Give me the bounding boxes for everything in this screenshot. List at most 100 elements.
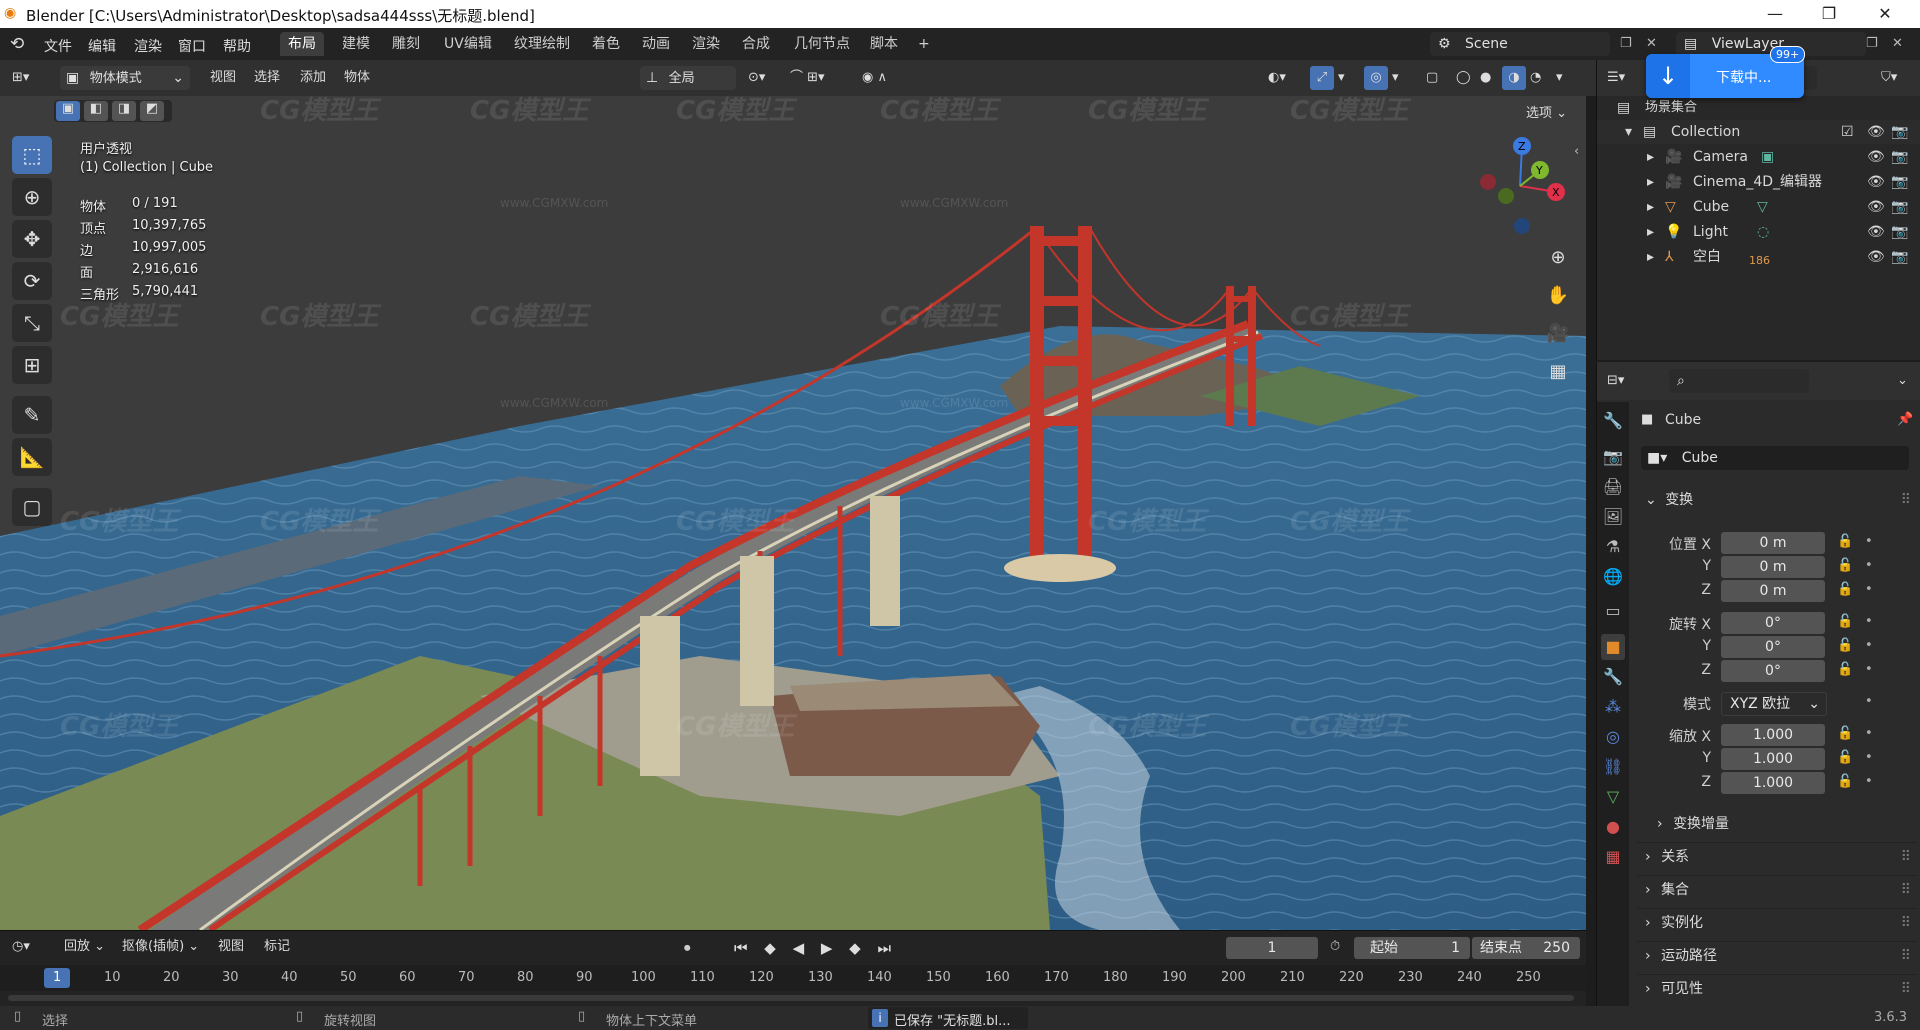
pan-hand-icon[interactable]: ✋ — [1542, 280, 1574, 312]
playback-menu[interactable]: 回放 ⌄ — [64, 935, 105, 959]
tab-texture-paint[interactable]: 纹理绘制 — [506, 32, 578, 56]
timeline-view-menu[interactable]: 视图 — [218, 935, 244, 959]
lock-icon[interactable]: 🔓 — [1837, 726, 1853, 741]
location-x-field[interactable]: 0 m — [1721, 532, 1825, 554]
outliner-row-object[interactable]: ▸ ⅄ 空白 186 👁 📷 — [1597, 245, 1920, 269]
motion-paths-panel-header[interactable]: › 运动路径 ⠿ — [1637, 941, 1917, 970]
lock-icon[interactable]: 🔓 — [1837, 558, 1853, 573]
visibility-icon[interactable]: ◐▾ — [1268, 66, 1286, 90]
tab-rendering[interactable]: 渲染 — [684, 32, 728, 56]
filter-icon[interactable]: ⛉▾ — [1881, 66, 1897, 90]
select-new-icon[interactable]: ▣ — [56, 101, 80, 121]
tab-animation[interactable]: 动画 — [634, 32, 678, 56]
add-cube-tool[interactable]: ▢ — [12, 488, 52, 526]
editor-type-icon[interactable]: ⊞▾ — [12, 66, 29, 90]
keyframe-dot-icon[interactable]: • — [1865, 614, 1873, 629]
remove-scene-icon[interactable]: ✕ — [1646, 36, 1657, 51]
keying-menu[interactable]: 抠像(插帧) ⌄ — [122, 935, 199, 959]
view-layer-tab-icon[interactable]: 🖼 — [1601, 504, 1625, 530]
pin-icon[interactable]: 📌 — [1897, 412, 1913, 427]
tab-compositing[interactable]: 合成 — [734, 32, 778, 56]
eye-icon[interactable]: 👁 — [1867, 220, 1885, 244]
expand-arrow-icon[interactable]: ▸ — [1647, 145, 1654, 169]
lock-icon[interactable]: 🔓 — [1837, 662, 1853, 677]
xray-icon[interactable]: ▢ — [1426, 66, 1438, 90]
tool-tab-icon[interactable]: 🔧 — [1601, 408, 1625, 434]
menu-help[interactable]: 帮助 — [223, 36, 251, 56]
visibility-panel-header[interactable]: › 可见性 ⠿ — [1637, 974, 1917, 1003]
end-frame-field[interactable]: 结束点 250 — [1472, 937, 1580, 959]
remove-viewlayer-icon[interactable]: ✕ — [1892, 36, 1903, 51]
eye-icon[interactable]: 👁 — [1867, 195, 1885, 219]
record-icon[interactable]: ⏺ — [684, 941, 691, 956]
keyframe-dot-icon[interactable]: • — [1865, 662, 1873, 677]
lock-icon[interactable]: 🔓 — [1837, 582, 1853, 597]
location-z-field[interactable]: 0 m — [1721, 580, 1825, 602]
start-frame-field[interactable]: 起始 1 — [1354, 937, 1470, 959]
annotate-tool[interactable]: ✎ — [12, 396, 52, 434]
keyframe-dot-icon[interactable]: • — [1865, 694, 1873, 709]
playback-controls[interactable]: ⏮ ◆ ◀ ▶ ◆ ⏭ — [734, 939, 897, 957]
eye-icon[interactable]: 👁 — [1867, 120, 1885, 144]
menu-add[interactable]: 添加 — [300, 66, 326, 90]
drag-handle-icon[interactable]: ⠿ — [1901, 876, 1911, 904]
eye-icon[interactable]: 👁 — [1867, 245, 1885, 269]
marker-menu[interactable]: 标记 — [264, 935, 290, 959]
select-box-tool[interactable]: ⬚ — [12, 136, 52, 174]
minimize-button[interactable]: — — [1752, 2, 1798, 26]
menu-select[interactable]: 选择 — [254, 66, 280, 90]
expand-arrow-icon[interactable]: ▸ — [1647, 245, 1654, 269]
expand-arrow-icon[interactable]: ▾ — [1625, 120, 1632, 144]
scale-z-field[interactable]: 1.000 — [1721, 772, 1825, 794]
outliner-editor-type-icon[interactable]: ☰▾ — [1607, 66, 1625, 90]
download-popup[interactable]: ↓ 下载中... 99+ — [1646, 46, 1806, 98]
shading-dropdown-icon[interactable]: ▾ — [1556, 66, 1563, 90]
transform-panel-header[interactable]: ⌄ 变换 ⠿ — [1637, 486, 1917, 514]
exclude-checkbox[interactable]: ☑ — [1841, 120, 1854, 144]
scale-y-field[interactable]: 1.000 — [1721, 748, 1825, 770]
lock-icon[interactable]: 🔓 — [1837, 774, 1853, 789]
menu-edit[interactable]: 编辑 — [88, 36, 116, 56]
tab-geometry-nodes[interactable]: 几何节点 — [786, 32, 858, 56]
overlay-toggle-icon[interactable]: ◎ — [1364, 66, 1388, 90]
tab-layout[interactable]: 布局 — [280, 32, 324, 56]
lock-icon[interactable]: 🔓 — [1837, 750, 1853, 765]
camera-render-icon[interactable]: 📷 — [1891, 220, 1908, 244]
blender-menu-icon[interactable]: ⟲ — [10, 34, 24, 54]
timeline-editor-type-icon[interactable]: ◷▾ — [12, 935, 30, 959]
select-extend-icon[interactable]: ◧ — [84, 101, 108, 121]
output-tab-icon[interactable]: 🖨 — [1601, 474, 1625, 500]
outliner-row-scene-collection[interactable]: ▤ 场景集合 — [1597, 96, 1920, 120]
timeline-scrollbar[interactable] — [8, 995, 1574, 1001]
tab-uv-editing[interactable]: UV编辑 — [436, 32, 500, 56]
drag-handle-icon[interactable]: ⠿ — [1901, 843, 1911, 871]
menu-render[interactable]: 渲染 — [134, 36, 162, 56]
camera-render-icon[interactable]: 📷 — [1891, 245, 1908, 269]
camera-render-icon[interactable]: 📷 — [1891, 145, 1908, 169]
lock-icon[interactable]: 🔓 — [1837, 614, 1853, 629]
expand-arrow-icon[interactable]: ▸ — [1647, 220, 1654, 244]
outliner-row-object[interactable]: ▸ 🎥 Cinema_4D_编辑器 👁 📷 — [1597, 170, 1920, 194]
current-frame-field[interactable]: 1 — [1226, 937, 1318, 959]
select-subtract-icon[interactable]: ◨ — [112, 101, 136, 121]
eye-icon[interactable]: 👁 — [1867, 170, 1885, 194]
keyframe-dot-icon[interactable]: • — [1865, 558, 1873, 573]
keyframe-dot-icon[interactable]: • — [1865, 726, 1873, 741]
overlay-dropdown-icon[interactable]: ▾ — [1392, 66, 1399, 90]
new-viewlayer-icon[interactable]: ❐ — [1866, 36, 1878, 51]
snap-icon[interactable]: ⌒ ⊞▾ — [790, 66, 825, 90]
move-tool[interactable]: ✥ — [12, 220, 52, 258]
expand-arrow-icon[interactable]: ▸ — [1647, 170, 1654, 194]
lock-icon[interactable]: 🔓 — [1837, 638, 1853, 653]
mode-selector[interactable]: ▣ 物体模式 ⌄ — [60, 66, 190, 90]
expand-arrow-icon[interactable]: ▸ — [1647, 195, 1654, 219]
material-tab-icon[interactable]: ● — [1601, 814, 1625, 840]
tab-sculpting[interactable]: 雕刻 — [384, 32, 428, 56]
navigation-gizmo[interactable]: Z X Y — [1470, 136, 1570, 236]
scene-selector[interactable]: ⚙ Scene — [1430, 32, 1610, 56]
ortho-grid-icon[interactable]: ▦ — [1542, 356, 1574, 388]
cursor-tool[interactable]: ⊕ — [12, 178, 52, 216]
scale-x-field[interactable]: 1.000 — [1721, 724, 1825, 746]
instancing-panel-header[interactable]: › 实例化 ⠿ — [1637, 908, 1917, 937]
gizmo-dropdown-icon[interactable]: ▾ — [1338, 66, 1345, 90]
